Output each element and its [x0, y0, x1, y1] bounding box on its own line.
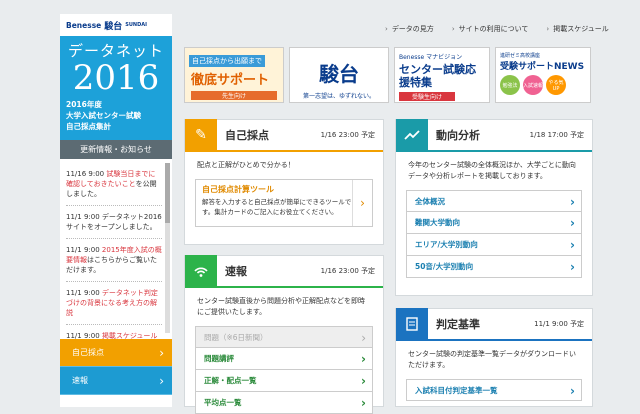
hantei-links: 入試科目付判定基準一覧	[406, 379, 582, 402]
chevron-right-icon: ›	[352, 180, 372, 226]
side-menu: 自己採点 速報	[60, 339, 172, 395]
news-item[interactable]: 11/16 9:00 試験当日までに確認しておきたいことを公開しました。	[66, 163, 162, 206]
news-item[interactable]: 11/1 9:00 2015年度入試の概要情報はこちらからご覧いただけます。	[66, 239, 162, 282]
card-self-scoring: ✎ 自己採点 1/16 23:00 予定 配点と正解がひとめで分かる！ 自己採点…	[184, 119, 384, 245]
card-doko-header: 動向分析 1/18 17:00 予定	[396, 119, 592, 152]
link-50on[interactable]: 50音/大学別動向	[406, 256, 582, 278]
link-problems[interactable]: 問題（※6日新聞）	[195, 326, 373, 349]
banner-manavision[interactable]: Benesse マナビジョン センター試験応援特集 受験生向け	[394, 47, 490, 103]
pencil-icon: ✎	[185, 119, 217, 151]
banner2-slogan: 第一志望は、ゆずれない。	[302, 93, 375, 100]
news-link[interactable]: 掲載スケジュール	[102, 332, 158, 339]
side-menu-sokuho[interactable]: 速報	[60, 367, 172, 395]
link-review[interactable]: 問題講評	[195, 348, 373, 370]
news-date: 11/1 9:00	[66, 332, 100, 339]
news-date: 11/1 9:00	[66, 213, 100, 221]
sokuho-links: 問題（※6日新聞） 問題講評 正解・配点一覧 平均点一覧	[195, 326, 373, 414]
news-item[interactable]: 11/1 9:00 掲載スケジュール	[66, 325, 162, 339]
banner-shinken-news[interactable]: 進研ゼミ高校講座 受験サポートNEWS 勉強法 入試速報 やる気UP	[495, 47, 591, 103]
card-self-header: ✎ 自己採点 1/16 23:00 予定	[185, 119, 383, 152]
top-links: データの見方 サイトの利用について 掲載スケジュール	[385, 24, 609, 34]
banner4-circle-news: 入試速報	[523, 75, 543, 95]
card-sokuho-desc: センター試験直後から問題分析や正解配点などを即時にご提供いたします。	[197, 297, 365, 316]
hero-year: 2016	[72, 58, 160, 98]
banner4-circle-motivation: やる気UP	[546, 75, 566, 95]
banner3-tag: 受験生向け	[399, 92, 455, 101]
hero-sub3: 自己採点集計	[66, 122, 111, 131]
sidebar: Benesse 駿台 SUNDAI データネット 2016 2016年度 大学入…	[60, 14, 172, 407]
top-link-schedule[interactable]: 掲載スケジュール	[546, 24, 609, 34]
banner-teacher-support[interactable]: 自己採点から出願まで 徹底サポート 先生向け	[184, 47, 284, 103]
banner1-caption: 自己採点から出願まで	[189, 55, 265, 67]
link-answers[interactable]: 正解・配点一覧	[195, 370, 373, 392]
card-sokuho-header: 速報 1/16 23:00 予定	[185, 255, 383, 288]
scroll-thumb[interactable]	[165, 163, 170, 223]
card-doko-date: 1/18 17:00 予定	[529, 131, 584, 139]
card-doko: 動向分析 1/18 17:00 予定 今年のセンター試験の全体概況ほか、大学ごと…	[395, 119, 593, 296]
news-scrollbar[interactable]	[165, 163, 170, 333]
top-link-data[interactable]: データの見方	[385, 24, 434, 34]
sundai-logo: 駿台	[104, 21, 123, 32]
banner-sundai[interactable]: 駿台 第一志望は、ゆずれない。	[289, 47, 389, 103]
card-sokuho: 速報 1/16 23:00 予定 センター試験直後から問題分析や正解配点などを即…	[184, 255, 384, 414]
banner4-brand: 進研ゼミ高校講座	[500, 53, 541, 59]
news-item[interactable]: 11/1 9:00 データネット2016サイトをオープンしました。	[66, 206, 162, 239]
news-item[interactable]: 11/1 9:00 データネット判定づけの背景になる考え方の解説	[66, 282, 162, 325]
self-scoring-tool-link[interactable]: 自己採点計算ツール 解答を入力すると自己採点が簡単にできるツールです。集計カード…	[195, 179, 373, 227]
sundai-en-logo: SUNDAI	[125, 22, 147, 28]
card-hantei-date: 11/1 9:00 予定	[534, 320, 584, 328]
card-hantei: 判定基準 11/1 9:00 予定 センター試験の判定基準一覧データがダウンロー…	[395, 308, 593, 407]
card-hantei-header: 判定基準 11/1 9:00 予定	[396, 308, 592, 341]
banner4-circle-study: 勉強法	[500, 75, 520, 95]
hero-sub2: 大学入試センター試験	[66, 111, 141, 120]
news-date: 11/1 9:00	[66, 289, 100, 297]
trend-chart-icon	[396, 119, 428, 151]
card-sokuho-date: 1/16 23:00 予定	[320, 267, 375, 275]
card-hantei-title[interactable]: 判定基準	[436, 316, 480, 332]
top-link-usage[interactable]: サイトの利用について	[452, 24, 529, 34]
tool-title: 自己採点計算ツール	[202, 185, 274, 194]
doko-links: 全体概況 難関大学動向 エリア/大学別動向 50音/大学別動向	[406, 190, 582, 278]
banner2-logo: 駿台	[319, 62, 359, 86]
link-averages[interactable]: 平均点一覧	[195, 392, 373, 414]
banner1-title: 徹底サポート	[191, 73, 270, 88]
hero-sub1: 2016年度	[66, 100, 102, 109]
banner4-circles: 勉強法 入試速報 やる気UP	[500, 75, 586, 95]
card-hantei-desc: センター試験の判定基準一覧データがダウンロードいただけます。	[408, 350, 576, 369]
banner4-title: 受験サポートNEWS	[500, 62, 585, 72]
document-icon	[396, 308, 428, 340]
card-sokuho-title[interactable]: 速報	[225, 263, 247, 279]
brand-logos[interactable]: Benesse 駿台 SUNDAI	[60, 14, 172, 36]
card-self-date: 1/16 23:00 予定	[320, 131, 375, 139]
link-criteria-list[interactable]: 入試科目付判定基準一覧	[406, 379, 582, 402]
card-doko-desc: 今年のセンター試験の全体概況ほか、大学ごとに動向データや分析レポートを掲載してお…	[408, 161, 576, 180]
broadcast-icon	[185, 255, 217, 287]
banner3-title: センター試験応援特集	[399, 63, 476, 89]
link-area[interactable]: エリア/大学別動向	[406, 234, 582, 256]
card-self-title[interactable]: 自己採点	[225, 127, 269, 143]
news-date: 11/16 9:00	[66, 170, 105, 178]
side-menu-jiko[interactable]: 自己採点	[60, 339, 172, 367]
news-header: 更新情報・お知らせ	[60, 140, 172, 159]
banner3-brand: Benesse マナビジョン	[399, 54, 463, 61]
news-date: 11/1 9:00	[66, 246, 100, 254]
benesse-logo: Benesse	[66, 20, 102, 30]
tool-desc: 解答を入力すると自己採点が簡単にできるツールです。集計カードのご記入にお役立てく…	[202, 198, 352, 216]
hero-subtitle: 2016年度 大学入試センター試験 自己採点集計	[66, 99, 166, 132]
card-self-desc: 配点と正解がひとめで分かる！	[197, 161, 295, 169]
card-doko-title[interactable]: 動向分析	[436, 127, 480, 143]
news-list: 11/16 9:00 試験当日までに確認しておきたいことを公開しました。 11/1…	[60, 159, 172, 339]
link-top-univ[interactable]: 難関大学動向	[406, 212, 582, 234]
link-overview[interactable]: 全体概況	[406, 190, 582, 213]
banner1-tag: 先生向け	[191, 91, 277, 100]
hero-block[interactable]: データネット 2016 2016年度 大学入試センター試験 自己採点集計	[60, 36, 172, 140]
